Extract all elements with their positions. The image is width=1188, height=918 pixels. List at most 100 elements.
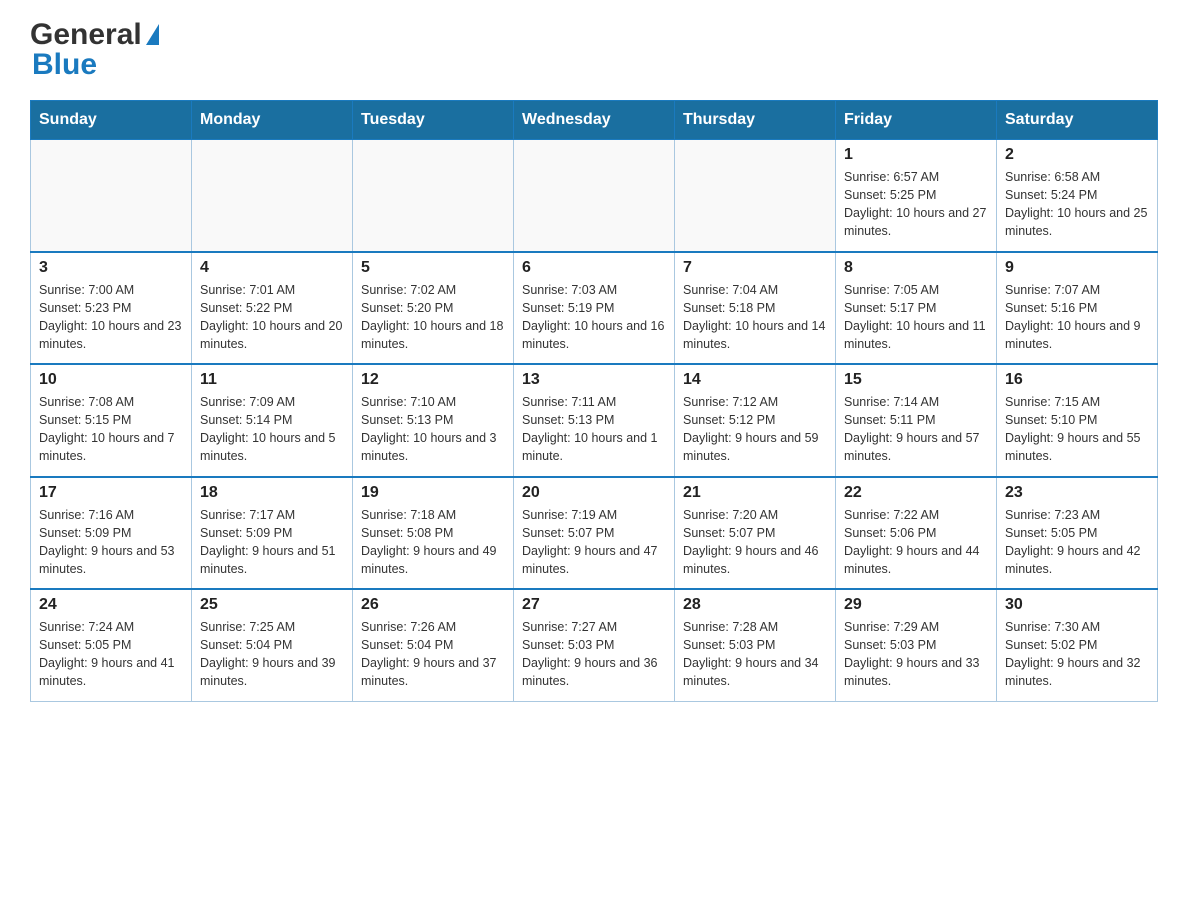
day-number: 20 <box>522 484 666 502</box>
logo: General Blue <box>30 20 159 80</box>
day-number: 16 <box>1005 371 1149 389</box>
day-number: 30 <box>1005 596 1149 614</box>
day-info: Sunrise: 7:05 AMSunset: 5:17 PMDaylight:… <box>844 281 988 354</box>
calendar-cell: 1 Sunrise: 6:57 AMSunset: 5:25 PMDaylight… <box>836 140 997 252</box>
day-info: Sunrise: 7:25 AMSunset: 5:04 PMDaylight:… <box>200 618 344 691</box>
calendar-cell: 6 Sunrise: 7:03 AMSunset: 5:19 PMDaylight… <box>514 252 675 365</box>
day-number: 13 <box>522 371 666 389</box>
day-info: Sunrise: 7:03 AMSunset: 5:19 PMDaylight:… <box>522 281 666 354</box>
day-info: Sunrise: 7:19 AMSunset: 5:07 PMDaylight:… <box>522 506 666 579</box>
calendar-cell: 21Sunrise: 7:20 AMSunset: 5:07 PMDayligh… <box>675 477 836 590</box>
day-info: Sunrise: 7:12 AMSunset: 5:12 PMDaylight:… <box>683 393 827 466</box>
week-row-4: 17 Sunrise: 7:16 AMSunset: 5:09 PMDayligh… <box>31 477 1158 590</box>
day-info: Sunrise: 7:04 AMSunset: 5:18 PMDaylight:… <box>683 281 827 354</box>
weekday-header-monday: Monday <box>192 101 353 140</box>
week-row-5: 24Sunrise: 7:24 AMSunset: 5:05 PMDayligh… <box>31 589 1158 701</box>
day-info: Sunrise: 7:10 AMSunset: 5:13 PMDaylight:… <box>361 393 505 466</box>
calendar-cell: 4 Sunrise: 7:01 AMSunset: 5:22 PMDaylight… <box>192 252 353 365</box>
day-info: Sunrise: 7:16 AMSunset: 5:09 PMDaylight:… <box>39 506 183 579</box>
week-row-1: 1 Sunrise: 6:57 AMSunset: 5:25 PMDaylight… <box>31 140 1158 252</box>
day-number: 5 <box>361 259 505 277</box>
weekday-header-wednesday: Wednesday <box>514 101 675 140</box>
day-number: 6 <box>522 259 666 277</box>
day-info: Sunrise: 7:15 AMSunset: 5:10 PMDaylight:… <box>1005 393 1149 466</box>
calendar-table: SundayMondayTuesdayWednesdayThursdayFrid… <box>30 100 1158 702</box>
calendar-cell: 15Sunrise: 7:14 AMSunset: 5:11 PMDayligh… <box>836 364 997 477</box>
weekday-header-thursday: Thursday <box>675 101 836 140</box>
weekday-header-row: SundayMondayTuesdayWednesdayThursdayFrid… <box>31 101 1158 140</box>
calendar-cell: 9 Sunrise: 7:07 AMSunset: 5:16 PMDaylight… <box>997 252 1158 365</box>
calendar-cell: 22Sunrise: 7:22 AMSunset: 5:06 PMDayligh… <box>836 477 997 590</box>
calendar-cell <box>31 140 192 252</box>
day-info: Sunrise: 7:23 AMSunset: 5:05 PMDaylight:… <box>1005 506 1149 579</box>
calendar-cell: 29 Sunrise: 7:29 AMSunset: 5:03 PMDayligh… <box>836 589 997 701</box>
day-number: 19 <box>361 484 505 502</box>
day-info: Sunrise: 7:22 AMSunset: 5:06 PMDaylight:… <box>844 506 988 579</box>
day-info: Sunrise: 7:08 AMSunset: 5:15 PMDaylight:… <box>39 393 183 466</box>
calendar-cell <box>675 140 836 252</box>
calendar-cell: 25 Sunrise: 7:25 AMSunset: 5:04 PMDayligh… <box>192 589 353 701</box>
day-number: 27 <box>522 596 666 614</box>
day-info: Sunrise: 7:02 AMSunset: 5:20 PMDaylight:… <box>361 281 505 354</box>
calendar-cell: 11 Sunrise: 7:09 AMSunset: 5:14 PMDayligh… <box>192 364 353 477</box>
calendar-cell: 19 Sunrise: 7:18 AMSunset: 5:08 PMDayligh… <box>353 477 514 590</box>
day-number: 23 <box>1005 484 1149 502</box>
day-number: 18 <box>200 484 344 502</box>
calendar-cell: 23 Sunrise: 7:23 AMSunset: 5:05 PMDayligh… <box>997 477 1158 590</box>
calendar-cell: 14 Sunrise: 7:12 AMSunset: 5:12 PMDayligh… <box>675 364 836 477</box>
day-info: Sunrise: 6:58 AMSunset: 5:24 PMDaylight:… <box>1005 168 1149 241</box>
calendar-cell: 2 Sunrise: 6:58 AMSunset: 5:24 PMDaylight… <box>997 140 1158 252</box>
day-number: 21 <box>683 484 827 502</box>
logo-blue-word: Blue <box>32 50 97 80</box>
day-number: 4 <box>200 259 344 277</box>
weekday-header-friday: Friday <box>836 101 997 140</box>
day-number: 17 <box>39 484 183 502</box>
day-info: Sunrise: 7:01 AMSunset: 5:22 PMDaylight:… <box>200 281 344 354</box>
day-number: 2 <box>1005 146 1149 164</box>
day-info: Sunrise: 7:18 AMSunset: 5:08 PMDaylight:… <box>361 506 505 579</box>
day-number: 29 <box>844 596 988 614</box>
calendar-cell: 20 Sunrise: 7:19 AMSunset: 5:07 PMDayligh… <box>514 477 675 590</box>
day-number: 14 <box>683 371 827 389</box>
day-info: Sunrise: 7:27 AMSunset: 5:03 PMDaylight:… <box>522 618 666 691</box>
day-info: Sunrise: 7:28 AMSunset: 5:03 PMDaylight:… <box>683 618 827 691</box>
day-number: 3 <box>39 259 183 277</box>
weekday-header-saturday: Saturday <box>997 101 1158 140</box>
day-info: Sunrise: 7:00 AMSunset: 5:23 PMDaylight:… <box>39 281 183 354</box>
day-info: Sunrise: 7:29 AMSunset: 5:03 PMDaylight:… <box>844 618 988 691</box>
logo-top-line: General <box>30 20 159 50</box>
calendar-cell: 26 Sunrise: 7:26 AMSunset: 5:04 PMDayligh… <box>353 589 514 701</box>
calendar-cell: 27 Sunrise: 7:27 AMSunset: 5:03 PMDayligh… <box>514 589 675 701</box>
day-number: 25 <box>200 596 344 614</box>
calendar-cell: 8Sunrise: 7:05 AMSunset: 5:17 PMDaylight… <box>836 252 997 365</box>
calendar-cell <box>353 140 514 252</box>
calendar-cell: 10 Sunrise: 7:08 AMSunset: 5:15 PMDayligh… <box>31 364 192 477</box>
day-info: Sunrise: 7:07 AMSunset: 5:16 PMDaylight:… <box>1005 281 1149 354</box>
day-info: Sunrise: 7:26 AMSunset: 5:04 PMDaylight:… <box>361 618 505 691</box>
weekday-header-sunday: Sunday <box>31 101 192 140</box>
calendar-cell <box>192 140 353 252</box>
calendar-cell: 3 Sunrise: 7:00 AMSunset: 5:23 PMDaylight… <box>31 252 192 365</box>
logo-triangle-icon <box>146 24 159 45</box>
day-number: 1 <box>844 146 988 164</box>
calendar-cell: 28 Sunrise: 7:28 AMSunset: 5:03 PMDayligh… <box>675 589 836 701</box>
day-info: Sunrise: 7:09 AMSunset: 5:14 PMDaylight:… <box>200 393 344 466</box>
week-row-3: 10 Sunrise: 7:08 AMSunset: 5:15 PMDayligh… <box>31 364 1158 477</box>
calendar-cell: 16 Sunrise: 7:15 AMSunset: 5:10 PMDayligh… <box>997 364 1158 477</box>
calendar-cell: 24Sunrise: 7:24 AMSunset: 5:05 PMDayligh… <box>31 589 192 701</box>
calendar-cell: 5 Sunrise: 7:02 AMSunset: 5:20 PMDaylight… <box>353 252 514 365</box>
weekday-header-tuesday: Tuesday <box>353 101 514 140</box>
day-number: 28 <box>683 596 827 614</box>
day-number: 11 <box>200 371 344 389</box>
calendar-cell: 13Sunrise: 7:11 AMSunset: 5:13 PMDayligh… <box>514 364 675 477</box>
day-number: 10 <box>39 371 183 389</box>
page-header: General Blue <box>30 20 1158 80</box>
day-number: 24 <box>39 596 183 614</box>
calendar-cell: 12 Sunrise: 7:10 AMSunset: 5:13 PMDayligh… <box>353 364 514 477</box>
day-info: Sunrise: 6:57 AMSunset: 5:25 PMDaylight:… <box>844 168 988 241</box>
day-number: 9 <box>1005 259 1149 277</box>
day-number: 26 <box>361 596 505 614</box>
day-number: 12 <box>361 371 505 389</box>
day-info: Sunrise: 7:30 AMSunset: 5:02 PMDaylight:… <box>1005 618 1149 691</box>
calendar-cell <box>514 140 675 252</box>
